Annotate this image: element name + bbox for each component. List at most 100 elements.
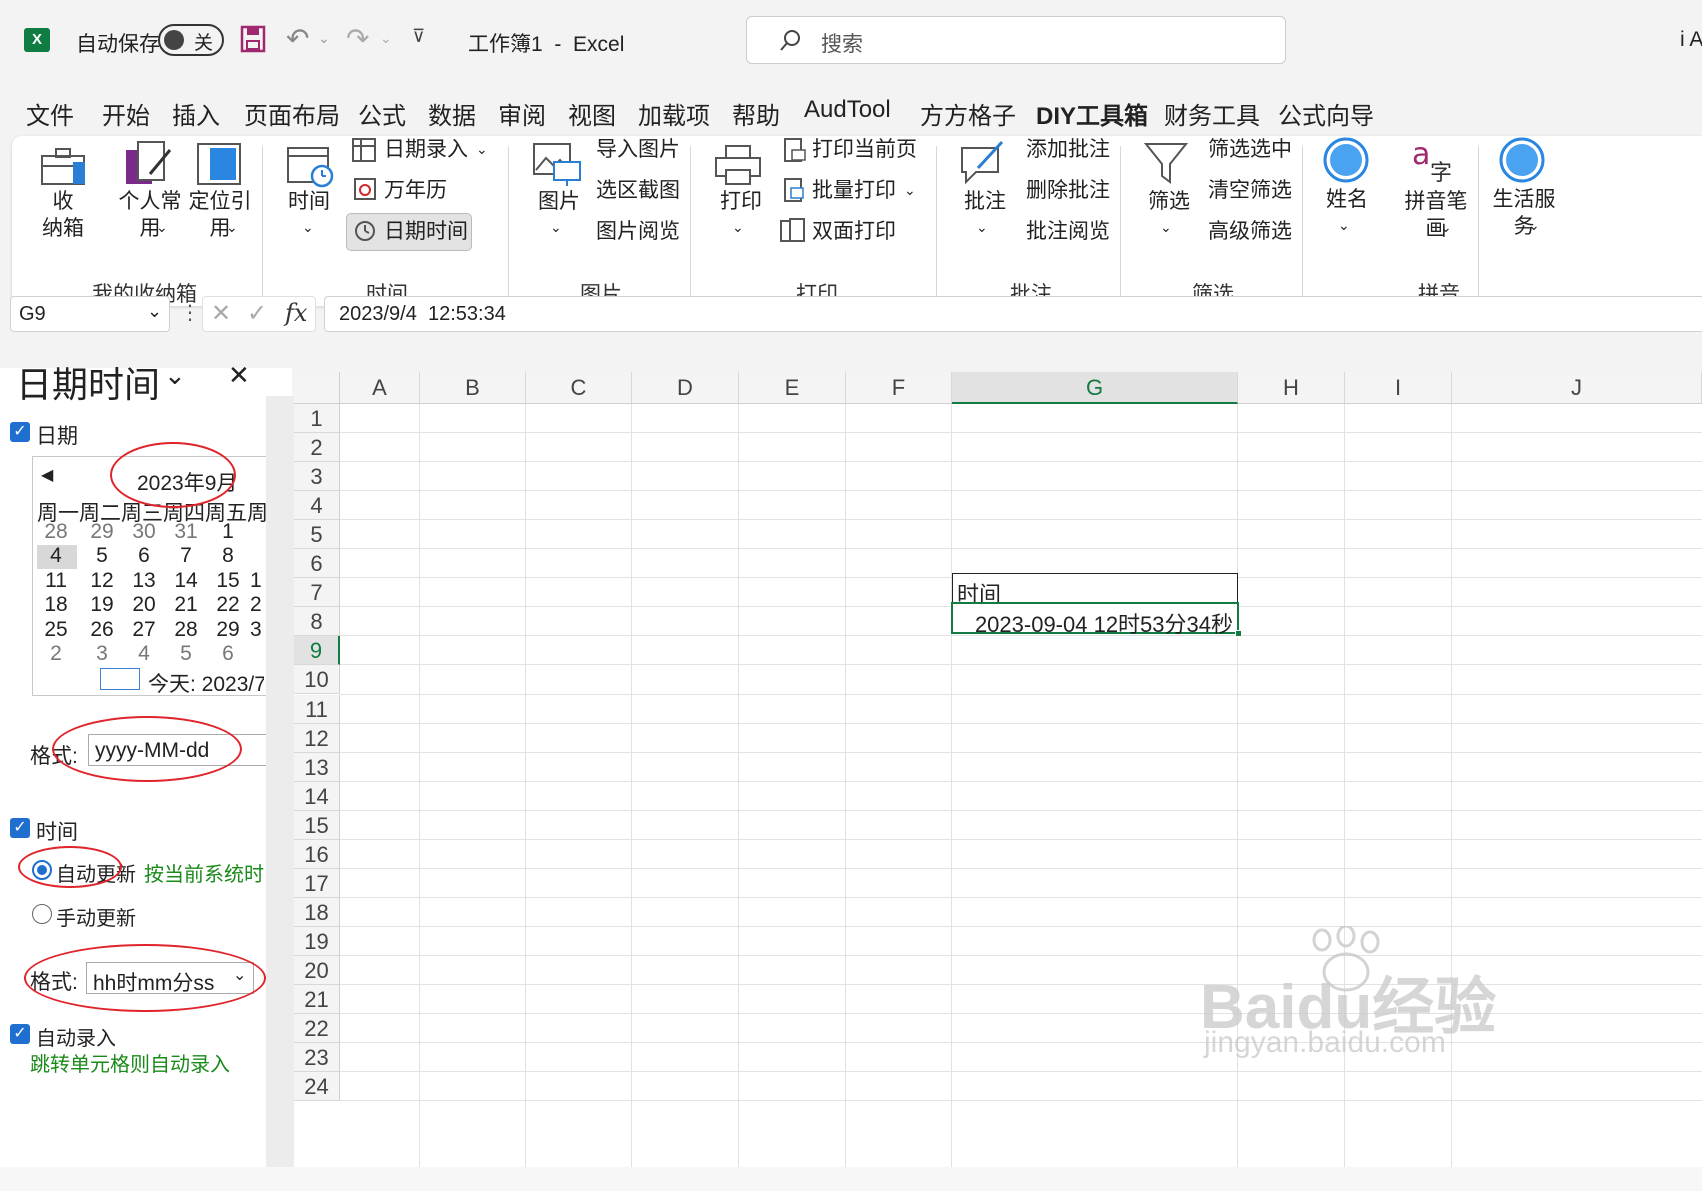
cancel-icon[interactable]: ✕ [211,299,231,328]
row-header-16[interactable]: 16 [294,839,340,869]
calendar-day[interactable]: 28 [36,520,76,544]
locate-reference-button[interactable]: 定位引 用 [188,188,252,242]
calendar-day[interactable]: 14 [166,569,206,593]
select-all-corner[interactable] [294,372,340,404]
autosave-toggle[interactable]: 关 [158,24,224,56]
filter-selected-button[interactable]: 筛选选中 [1208,136,1292,163]
clear-filter-button[interactable]: 清空筛选 [1208,177,1292,204]
calendar-day[interactable]: 7 [166,544,206,568]
column-header-j[interactable]: J [1452,372,1702,404]
tab-insert[interactable]: 插入 [172,96,220,131]
tab-audtool[interactable]: AudTool [804,96,891,124]
row-header-6[interactable]: 6 [294,549,340,579]
calendar-day[interactable]: 29 [208,618,248,642]
pinyin-stroke-button[interactable]: 拼音笔 画 [1404,188,1468,242]
row-header-15[interactable]: 15 [294,810,340,840]
chevron-down-icon[interactable]: ⌄ [318,30,330,47]
row-header-22[interactable]: 22 [294,1014,340,1044]
calendar-day[interactable]: 3 [82,642,122,666]
calendar-day[interactable]: 11 [36,569,76,593]
calendar-day[interactable]: 26 [82,618,122,642]
row-header-7[interactable]: 7 [294,578,340,608]
calendar-day[interactable]: 18 [36,593,76,617]
tab-help[interactable]: 帮助 [732,96,780,131]
cell-g9-selected[interactable]: 2023-09-04 12时53分34秒 [951,602,1242,637]
date-checkbox[interactable]: ✓ [10,422,30,442]
enter-icon[interactable]: ✓ [247,299,267,328]
row-header-8[interactable]: 8 [294,607,340,637]
row-header-2[interactable]: 2 [294,433,340,463]
calendar-day[interactable]: 1 [250,569,264,593]
calendar-day[interactable]: 31 [166,520,206,544]
date-entry-button[interactable]: 日期录入 [384,136,468,163]
tab-review[interactable]: 审阅 [498,96,546,131]
perpetual-calendar-button[interactable]: 万年历 [384,177,447,204]
print-button[interactable]: 打印 [718,188,764,215]
formula-input[interactable]: 2023/9/4 12:53:34 [324,296,1702,332]
personal-common-button[interactable]: 个人常 用 [118,188,182,242]
column-header-f[interactable]: F [846,372,952,404]
chevron-down-icon[interactable]: ⌄ [1338,212,1350,239]
calendar-day[interactable]: 30 [124,520,164,544]
close-icon[interactable]: ✕ [228,360,250,391]
calendar-day[interactable]: 19 [82,593,122,617]
calendar-day[interactable]: 4 [124,642,164,666]
tab-fangfang[interactable]: 方方格子 [920,96,1016,131]
import-picture-button[interactable]: 导入图片 [596,136,680,163]
calendar-day[interactable]: 29 [82,520,122,544]
delete-comment-button[interactable]: 删除批注 [1026,177,1110,204]
customize-toolbar-icon[interactable]: ⊽ [412,26,425,47]
row-header-21[interactable]: 21 [294,985,340,1015]
area-screenshot-button[interactable]: 选区截图 [596,177,680,204]
column-header-b[interactable]: B [420,372,526,404]
row-header-18[interactable]: 18 [294,897,340,927]
row-header-12[interactable]: 12 [294,723,340,753]
toolbox-button[interactable]: 收 纳箱 [40,188,86,242]
time-checkbox[interactable]: ✓ [10,818,30,838]
batch-print-button[interactable]: 批量打印 [812,177,896,204]
calendar-day[interactable]: 15 [208,569,248,593]
row-header-17[interactable]: 17 [294,868,340,898]
worksheet-grid[interactable] [294,372,1702,1167]
insert-function-icon[interactable]: fx [285,299,307,327]
life-service-button[interactable]: 生活服 务 [1492,186,1556,240]
undo-icon[interactable]: ↶ [286,22,309,55]
chevron-down-icon[interactable]: ⌄ [732,214,744,241]
chevron-down-icon[interactable]: ⌄ [302,214,314,241]
chevron-down-icon[interactable]: ⌄ [976,214,988,241]
column-header-c[interactable]: C [526,372,632,404]
calendar-day[interactable]: 6 [124,544,164,568]
row-header-20[interactable]: 20 [294,955,340,985]
row-header-9[interactable]: 9 [294,636,340,666]
chevron-down-icon[interactable]: ⌄ [380,30,392,47]
tab-file[interactable]: 文件 [26,96,74,131]
fill-handle[interactable] [1235,630,1242,637]
calendar-day[interactable]: 5 [166,642,206,666]
tab-formula-wizard[interactable]: 公式向导 [1278,96,1374,131]
row-header-11[interactable]: 11 [294,694,340,724]
picture-viewer-button[interactable]: 图片阅览 [596,218,680,245]
filter-button[interactable]: 筛选 [1146,188,1192,215]
row-header-1[interactable]: 1 [294,404,340,434]
column-header-e[interactable]: E [739,372,846,404]
auto-entry-checkbox[interactable]: ✓ [10,1024,30,1044]
chevron-down-icon[interactable]: ⌄ [1160,214,1172,241]
column-header-g[interactable]: G [952,372,1238,404]
calendar-day[interactable]: 3 [250,618,264,642]
calendar-day[interactable]: 2 [36,642,76,666]
tab-home[interactable]: 开始 [102,96,150,131]
cell-g8[interactable]: 时间 [952,573,1238,607]
row-header-13[interactable]: 13 [294,752,340,782]
search-box[interactable]: 搜索 [746,16,1286,64]
name-box[interactable]: G9 ⌄ [10,296,170,332]
chevron-down-icon[interactable]: ⌄ [476,136,488,163]
tab-page-layout[interactable]: 页面布局 [244,96,340,131]
name-button[interactable]: 姓名 [1324,186,1370,213]
calendar-day[interactable]: 21 [166,593,206,617]
chevron-down-icon[interactable]: ⌄ [550,214,562,241]
add-comment-button[interactable]: 添加批注 [1026,136,1110,163]
calendar-day[interactable]: 20 [124,593,164,617]
calendar-day[interactable]: 28 [166,618,206,642]
row-header-24[interactable]: 24 [294,1072,340,1102]
calendar-day[interactable]: 5 [82,544,122,568]
